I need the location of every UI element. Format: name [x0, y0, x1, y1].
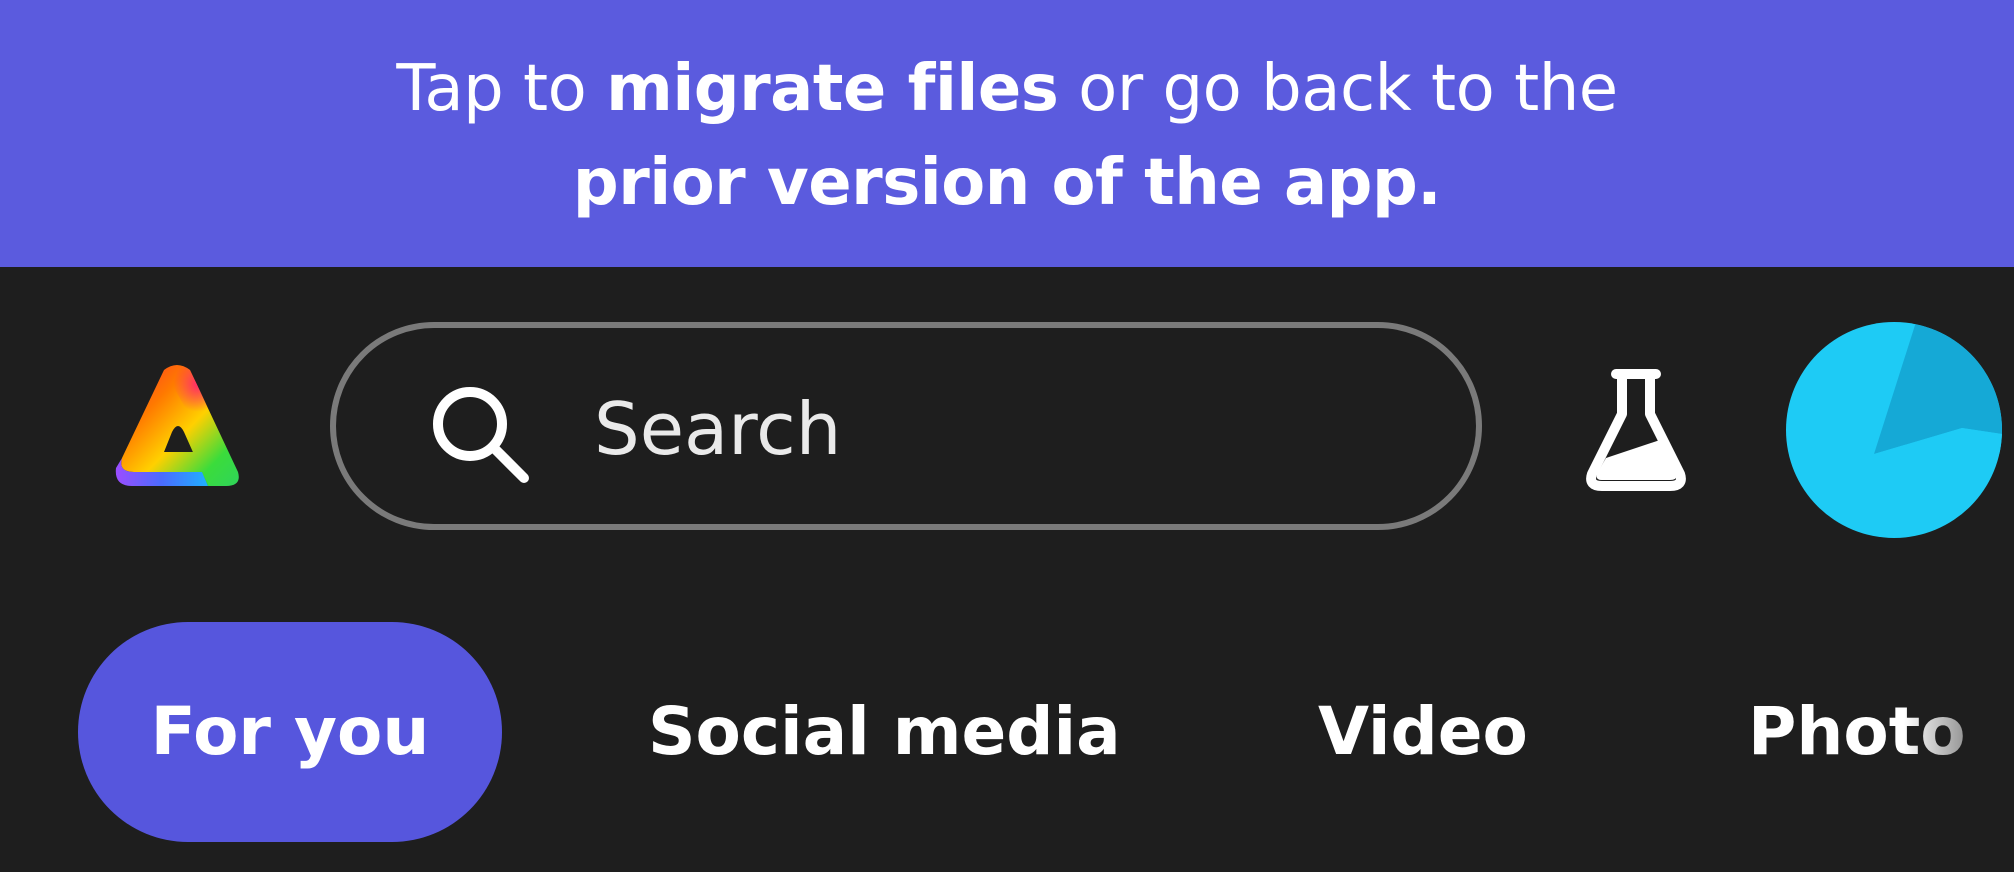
avatar[interactable]: [1786, 322, 2002, 538]
banner-line-2: prior version of the app.: [0, 136, 2014, 230]
scroll-fade: [1904, 622, 2014, 842]
search-icon: [426, 380, 536, 490]
search-bar[interactable]: Search: [330, 322, 1482, 530]
migration-banner[interactable]: Tap to migrate files or go back to the p…: [0, 0, 2014, 267]
flask-icon[interactable]: [1584, 368, 1688, 492]
banner-line-1: Tap to migrate files or go back to the: [0, 42, 2014, 136]
tab-video[interactable]: Video: [1318, 622, 1528, 842]
banner-text: or go back to the: [1058, 52, 1618, 126]
search-input[interactable]: Search: [594, 386, 841, 472]
tab-photo[interactable]: Photo: [1748, 622, 2014, 842]
prior-version-link[interactable]: prior version of the app.: [573, 146, 1442, 220]
category-tabs: For you Social media Video Photo: [0, 622, 2014, 842]
migrate-files-link[interactable]: migrate files: [606, 52, 1059, 126]
adobe-express-logo-icon[interactable]: [112, 360, 242, 490]
banner-text: Tap to: [396, 52, 607, 126]
tab-social-media[interactable]: Social media: [648, 622, 1121, 842]
tab-for-you[interactable]: For you: [78, 622, 502, 842]
